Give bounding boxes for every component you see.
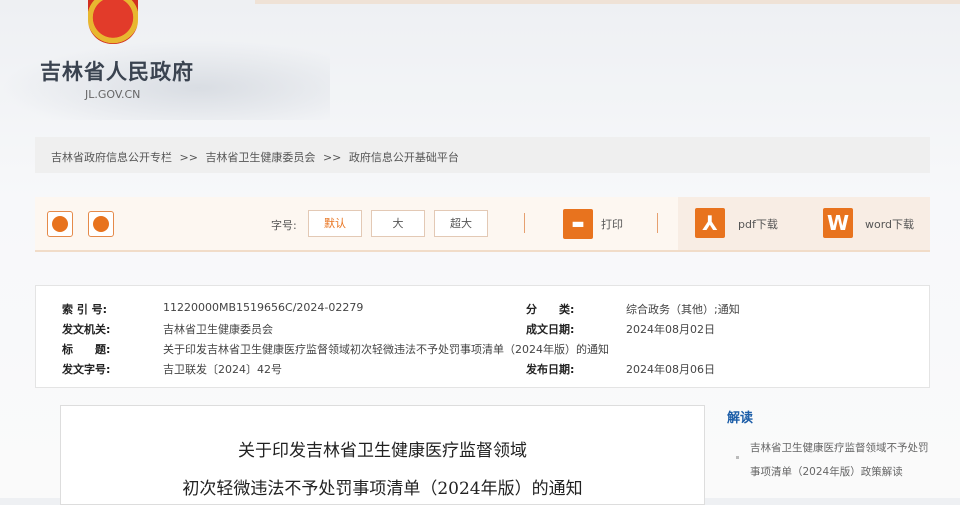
interpretation-heading: 解读 (727, 411, 754, 426)
category-label: 分 类: (526, 303, 575, 316)
index-value: 11220000MB1519656C/2024-02279 (163, 301, 364, 314)
breadcrumb: 吉林省政府信息公开专栏 >> 吉林省卫生健康委员会 >> 政府信息公开基础平台 (35, 137, 930, 173)
weibo-share-button[interactable] (88, 211, 114, 237)
title-label: 标 题: (62, 343, 111, 356)
link-line: 吉林省卫生健康医疗监督领域不予处罚 (750, 442, 929, 454)
national-emblem-icon (88, 0, 138, 44)
word-download-button[interactable]: word下载 (865, 216, 914, 232)
document-title-line: 初次轻微违法不予处罚事项清单（2024年版）的通知 (182, 479, 583, 499)
pdf-download-button[interactable]: pdf下载 (738, 216, 778, 232)
word-icon[interactable]: W (823, 208, 853, 238)
issuer-label: 发文机关: (62, 323, 111, 336)
title-value: 关于印发吉林省卫生健康医疗监督领域初次轻微违法不予处罚事项清单（2024年版）的… (163, 343, 609, 356)
wechat-icon (52, 216, 68, 232)
category-value: 综合政务（其他）;通知 (626, 303, 740, 316)
breadcrumb-item[interactable]: 政府信息公开基础平台 (349, 151, 459, 164)
wechat-share-button[interactable] (47, 211, 73, 237)
font-default-button[interactable]: 默认 (308, 210, 362, 237)
written-date-value: 2024年08月02日 (626, 323, 715, 336)
document-body: 关于印发吉林省卫生健康医疗监督领域 初次轻微违法不予处罚事项清单（2024年版）… (60, 405, 705, 505)
issuer-value: 吉林省卫生健康委员会 (163, 323, 273, 336)
divider (524, 213, 525, 233)
site-domain: JL.GOV.CN (85, 88, 141, 101)
breadcrumb-item[interactable]: 吉林省政府信息公开专栏 (51, 151, 172, 164)
font-large-button[interactable]: 大 (371, 210, 425, 237)
site-title[interactable]: 吉林省人民政府 (40, 56, 194, 86)
breadcrumb-separator: >> (179, 151, 198, 164)
top-line (255, 0, 960, 4)
toolbar: 字号: 默认 大 超大 ▬ 打印 ⅄ pdf下载 W word下载 (35, 197, 930, 252)
font-size-label: 字号: (271, 219, 297, 232)
interpretation-link[interactable]: 吉林省卫生健康医疗监督领域不予处罚 事项清单（2024年版）政策解读 (750, 436, 950, 484)
breadcrumb-separator: >> (322, 151, 342, 164)
pdf-icon[interactable]: ⅄ (695, 208, 725, 238)
published-date-label: 发布日期: (526, 363, 575, 376)
bullet-icon (736, 456, 739, 459)
doc-number-value: 吉卫联发〔2024〕42号 (163, 363, 282, 376)
link-line: 事项清单（2024年版）政策解读 (750, 466, 903, 478)
breadcrumb-item[interactable]: 吉林省卫生健康委员会 (205, 151, 315, 164)
published-date-value: 2024年08月06日 (626, 363, 715, 376)
printer-icon[interactable]: ▬ (563, 209, 593, 239)
document-info-table: 索 引 号: 11220000MB1519656C/2024-02279 分 类… (35, 285, 930, 388)
font-xlarge-button[interactable]: 超大 (434, 210, 488, 237)
index-label: 索 引 号: (62, 303, 108, 316)
doc-number-label: 发文字号: (62, 363, 111, 376)
weibo-icon (93, 216, 109, 232)
written-date-label: 成文日期: (526, 323, 575, 336)
document-title-line: 关于印发吉林省卫生健康医疗监督领域 (238, 441, 527, 461)
print-button[interactable]: 打印 (601, 216, 623, 232)
divider (657, 213, 658, 233)
